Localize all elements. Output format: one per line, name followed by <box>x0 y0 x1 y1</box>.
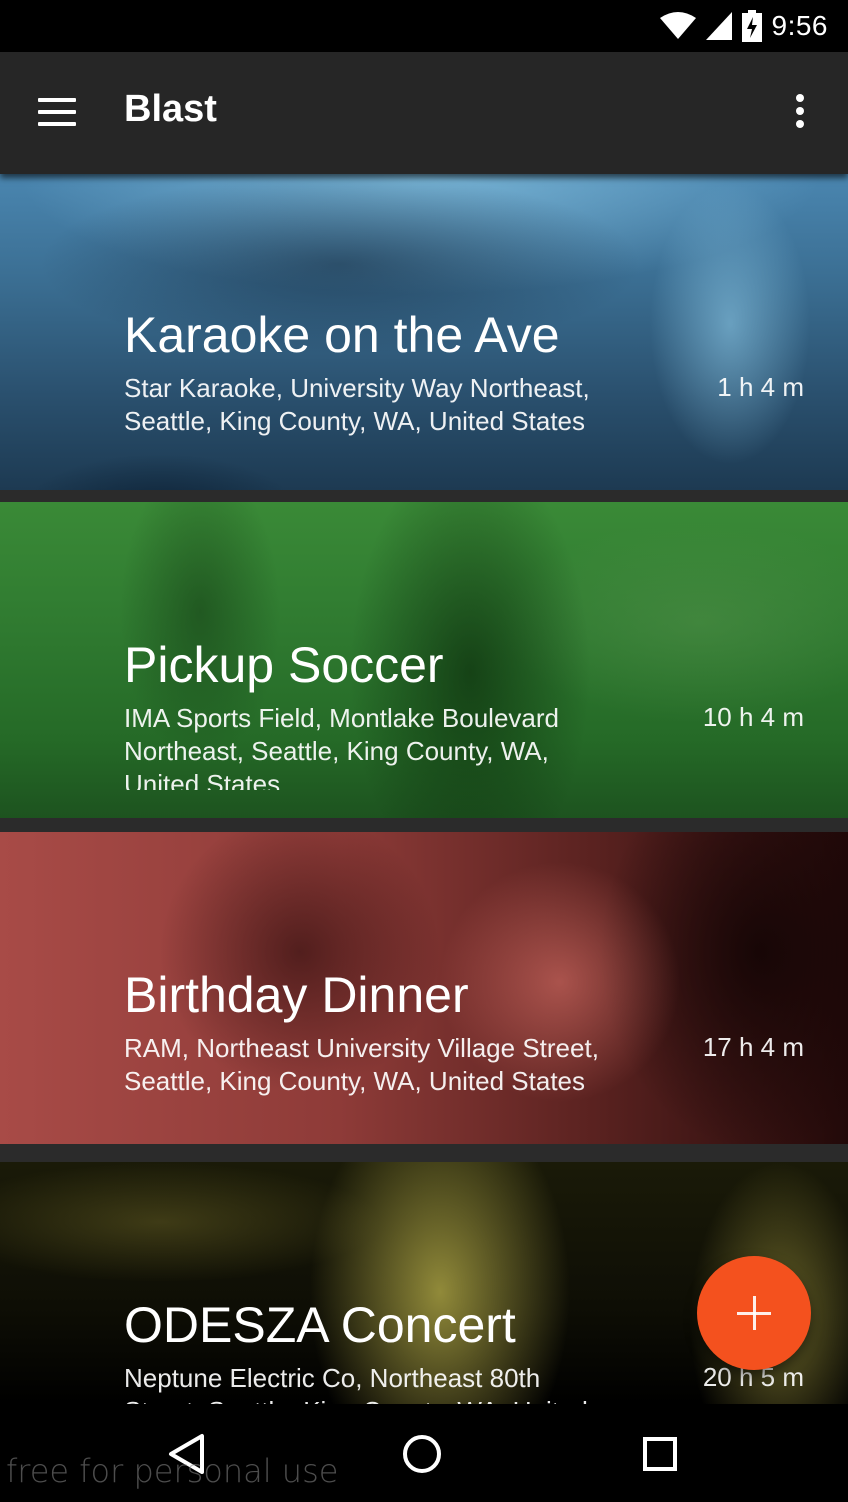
event-time: 17 h 4 m <box>702 1032 804 1062</box>
hamburger-line <box>38 122 76 126</box>
home-button[interactable] <box>392 1424 452 1484</box>
event-card-karaoke[interactable]: Karaoke on the Ave Star Karaoke, Univers… <box>0 174 848 490</box>
event-title: Birthday Dinner <box>124 967 469 1023</box>
event-title: ODESZA Concert <box>124 1297 516 1353</box>
watermark-text: free for personal use <box>6 1452 339 1490</box>
more-vert-dot <box>796 120 804 128</box>
app-bar: Blast <box>0 52 848 174</box>
menu-button[interactable] <box>30 88 84 138</box>
status-bar: 9:56 <box>0 0 848 52</box>
cellular-signal-icon <box>705 12 732 40</box>
battery-charging-icon <box>741 10 762 42</box>
status-icons: 9:56 <box>659 0 829 52</box>
event-address: Neptune Electric Co, Northeast 80th Stre… <box>124 1363 588 1404</box>
overflow-menu-button[interactable] <box>780 88 820 138</box>
event-time: 10 h 4 m <box>702 702 804 732</box>
event-address: Star Karaoke, University Way Northeast, … <box>124 373 590 436</box>
add-event-button[interactable] <box>697 1256 811 1370</box>
event-title: Pickup Soccer <box>124 637 444 693</box>
hamburger-icon <box>38 98 76 102</box>
more-vert-dot <box>796 107 804 115</box>
event-title: Karaoke on the Ave <box>124 307 560 363</box>
hamburger-line <box>38 110 76 114</box>
more-vert-icon <box>796 94 804 102</box>
event-time: 1 h 4 m <box>717 372 804 402</box>
event-address: IMA Sports Field, Montlake Boulevard Nor… <box>124 703 559 790</box>
event-list[interactable]: Karaoke on the Ave Star Karaoke, Univers… <box>0 174 848 1404</box>
recents-button[interactable] <box>630 1424 690 1484</box>
event-card-dinner[interactable]: Birthday Dinner RAM, Northeast Universit… <box>0 832 848 1144</box>
recents-square-icon <box>643 1437 677 1471</box>
status-time: 9:56 <box>771 10 828 41</box>
app-title: Blast <box>124 88 217 130</box>
event-card-soccer[interactable]: Pickup Soccer IMA Sports Field, Montlake… <box>0 502 848 818</box>
plus-icon-vertical <box>752 1296 756 1330</box>
home-circle-icon <box>403 1435 441 1473</box>
event-address: RAM, Northeast University Village Street… <box>124 1033 599 1096</box>
wifi-icon <box>659 12 696 39</box>
